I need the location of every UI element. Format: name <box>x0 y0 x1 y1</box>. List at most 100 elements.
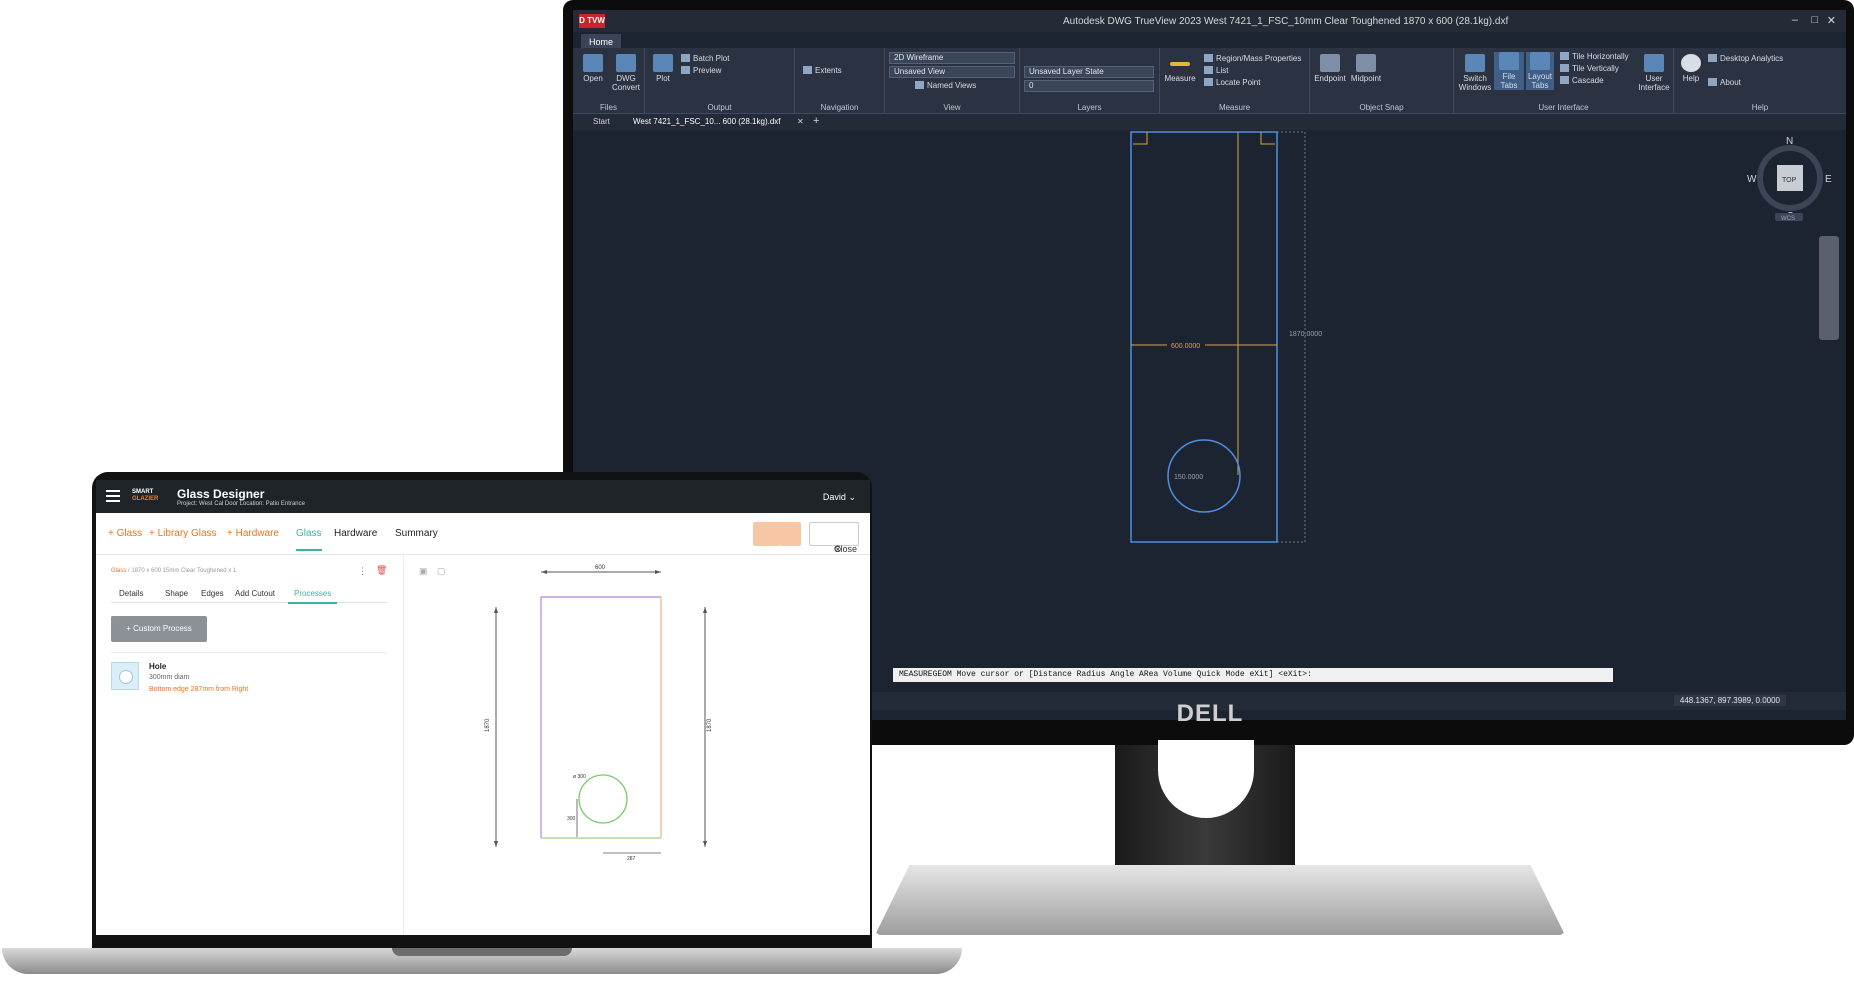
more-options-icon[interactable]: ⋮ <box>358 566 367 577</box>
add-glass-link[interactable]: + Glass <box>108 528 142 539</box>
midpoint-icon <box>1356 54 1376 72</box>
tab-close-icon[interactable]: ✕ <box>797 117 804 126</box>
tab-hardware[interactable]: Hardware <box>334 528 377 539</box>
app-header: SMART GLAZIER Glass Designer Project: We… <box>96 480 870 513</box>
file-tabs-label: File Tabs <box>1500 72 1518 90</box>
close-button[interactable]: ⊗ Close <box>809 522 859 554</box>
height-label-left: 1870 <box>485 718 491 732</box>
add-library-glass-link[interactable]: + Library Glass <box>149 528 217 539</box>
dwg-convert-button[interactable]: DWG Convert <box>609 54 643 92</box>
hole-dimension-text: 150.0000 <box>1174 474 1203 481</box>
switch-windows-button[interactable]: Switch Windows <box>1458 54 1492 92</box>
plot-button[interactable]: Plot <box>649 54 677 83</box>
ribbon-group-output: Plot Batch Plot Preview Output <box>645 48 795 114</box>
preview-button[interactable]: Preview <box>681 66 721 75</box>
layout-tabs-label: Layout Tabs <box>1527 72 1553 90</box>
locate-point-button[interactable]: Locate Point <box>1204 78 1260 87</box>
user-name: David <box>822 492 846 502</box>
glass-outline <box>1130 131 1278 543</box>
command-line[interactable]: MEASUREGEOM Move cursor or [Distance Rad… <box>893 668 1613 682</box>
endpoint-button[interactable]: Endpoint <box>1312 54 1348 83</box>
user-menu[interactable]: David ⌄ <box>823 492 856 503</box>
left-panel: Glass / 1870 x 600 15mm Clear Toughened … <box>96 556 404 935</box>
process-name[interactable]: Hole <box>149 662 166 671</box>
add-hardware-link[interactable]: + Hardware <box>227 528 279 539</box>
breadcrumb: Glass / 1870 x 600 15mm Clear Toughened … <box>111 568 236 574</box>
delete-icon[interactable]: 🗑 <box>376 565 387 576</box>
help-label: Help <box>1682 74 1700 83</box>
subtab-add-cutout[interactable]: Add Cutout <box>235 589 275 598</box>
tab-document[interactable]: West 7421_1_FSC_10... 600 (28.1kg).dxf <box>633 117 781 126</box>
maximize-icon[interactable]: □ <box>1811 14 1818 26</box>
drawing-panel: ▣ ▢ 600 1870 1870 ø 300 300 287 <box>405 556 870 935</box>
endpoint-label: Endpoint <box>1314 74 1346 83</box>
compass-n: N <box>1786 136 1793 147</box>
layout-tabs-icon <box>1530 52 1550 70</box>
hole-right-label: 287 <box>627 856 636 862</box>
tile-horizontally-button[interactable]: Tile Horizontally <box>1560 52 1629 61</box>
compass-e: E <box>1825 174 1832 185</box>
layout-tabs-button[interactable]: Layout Tabs <box>1526 52 1554 90</box>
desktop-analytics-button[interactable]: Desktop Analytics <box>1708 54 1783 63</box>
tab-start[interactable]: Start <box>593 117 610 126</box>
fullscreen-icon[interactable]: ▢ <box>437 566 446 577</box>
group-label: Measure <box>1218 103 1251 112</box>
tab-summary[interactable]: Summary <box>395 528 438 539</box>
tab-glass[interactable]: Glass <box>296 528 322 551</box>
layer-dropdown[interactable]: 0 <box>1024 80 1154 92</box>
save-button[interactable]: ▫ Save <box>753 522 801 554</box>
menu-icon[interactable] <box>106 490 120 502</box>
measure-label: Measure <box>1164 74 1196 83</box>
coordinates-readout: 448.1367, 897.3989, 0.0000 <box>1673 695 1786 706</box>
named-views-button[interactable]: Named Views <box>915 81 976 90</box>
group-label: User Interface <box>1538 103 1589 112</box>
open-button[interactable]: Open <box>579 54 607 83</box>
close-icon[interactable]: ✕ <box>1827 14 1836 27</box>
sub-tabs: Details Shape Edges Add Cutout Processes <box>111 586 387 604</box>
hole-circle[interactable] <box>578 774 628 824</box>
user-interface-button[interactable]: User Interface <box>1636 54 1672 92</box>
title-bar: D TVW Autodesk DWG TrueView 2023 West 74… <box>573 10 1846 32</box>
nav-bar[interactable] <box>1819 236 1839 340</box>
measure-button[interactable]: Measure <box>1162 54 1198 83</box>
batch-plot-button[interactable]: Batch Plot <box>681 54 729 63</box>
region-mass-button[interactable]: Region/Mass Properties <box>1204 54 1301 63</box>
subtab-processes[interactable]: Processes <box>288 589 338 604</box>
subtab-shape[interactable]: Shape <box>165 589 188 598</box>
extents-button[interactable]: Extents <box>803 66 842 75</box>
ribbon-group-layers: Unsaved Layer State 0 Layers <box>1020 48 1160 114</box>
minimize-icon[interactable]: – <box>1792 14 1798 26</box>
corner-mark-right <box>1260 132 1275 145</box>
glass-designer-app: SMART GLAZIER Glass Designer Project: We… <box>96 480 870 935</box>
laptop-notch <box>392 948 572 956</box>
new-tab-icon[interactable]: + <box>813 115 819 127</box>
arrow-down-left <box>494 841 498 847</box>
help-button[interactable]: Help <box>1678 54 1704 83</box>
about-button[interactable]: About <box>1708 78 1741 87</box>
width-dimension-text: 600.0000 <box>1171 343 1200 350</box>
visual-style-dropdown[interactable]: 2D Wireframe <box>889 52 1015 64</box>
corner-mark-left <box>1133 132 1148 145</box>
list-button[interactable]: List <box>1204 66 1228 75</box>
monitor-stand-base <box>875 865 1565 935</box>
midpoint-button[interactable]: Midpoint <box>1348 54 1384 83</box>
file-tabs-button[interactable]: File Tabs <box>1494 52 1524 90</box>
view-toggle-icon[interactable]: ▣ <box>419 566 428 577</box>
layer-state-dropdown[interactable]: Unsaved Layer State <box>1024 66 1154 78</box>
group-label: View <box>943 103 961 112</box>
custom-process-button[interactable]: + Custom Process <box>111 616 207 642</box>
tile-vertically-button[interactable]: Tile Vertically <box>1560 64 1619 73</box>
group-label: Output <box>707 103 732 112</box>
cascade-button[interactable]: Cascade <box>1560 76 1604 85</box>
breadcrumb-root[interactable]: Glass <box>111 568 126 574</box>
subtab-details[interactable]: Details <box>119 589 143 598</box>
hole-bottom-label: 300 <box>567 816 576 822</box>
divider <box>111 652 387 653</box>
glass-drawing: 600 1870 1870 ø 300 300 287 <box>485 565 713 862</box>
ribbon-group-files: Open DWG Convert Files <box>573 48 645 114</box>
process-position: Bottom edge 287mm from Right <box>149 686 249 693</box>
view-dropdown[interactable]: Unsaved View <box>889 66 1015 78</box>
subtab-edges[interactable]: Edges <box>201 589 224 598</box>
arrow-down-right <box>703 841 707 847</box>
viewcube-top-label: TOP <box>1782 177 1797 184</box>
